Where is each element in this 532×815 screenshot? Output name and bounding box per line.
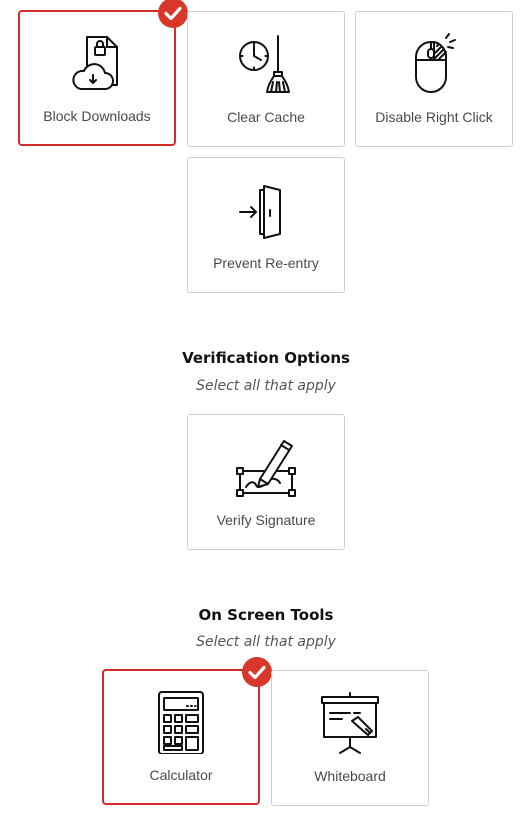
verification-subtitle: Select all that apply	[196, 378, 336, 394]
tools-title: On Screen Tools	[198, 606, 334, 624]
signature-pen-icon	[234, 435, 298, 499]
verification-title: Verification Options	[182, 349, 350, 367]
option-label: Calculator	[149, 767, 213, 783]
option-label: Verify Signature	[216, 512, 316, 528]
whiteboard-icon	[318, 691, 382, 755]
option-label: Block Downloads	[43, 108, 151, 124]
tools-subtitle: Select all that apply	[196, 634, 336, 650]
option-label: Whiteboard	[314, 768, 386, 784]
checkmark-icon	[158, 0, 188, 28]
option-label: Prevent Re-entry	[213, 255, 319, 271]
option-card-whiteboard[interactable]: Whiteboard	[271, 670, 429, 806]
option-card-verify-signature[interactable]: Verify Signature	[187, 414, 345, 550]
cloud-download-lock-icon	[65, 31, 129, 95]
option-label: Disable Right Click	[375, 109, 493, 125]
door-enter-icon	[234, 178, 298, 242]
checkmark-icon	[242, 657, 272, 687]
option-card-block-downloads[interactable]: Block Downloads	[18, 0, 188, 146]
option-card-clear-cache[interactable]: Clear Cache	[187, 11, 345, 147]
calculator-icon	[149, 690, 213, 754]
option-card-prevent-re-entry[interactable]: Prevent Re-entry	[187, 157, 345, 293]
clock-broom-icon	[234, 32, 298, 96]
option-card-calculator[interactable]: Calculator	[102, 657, 272, 805]
mouse-right-click-icon	[402, 32, 466, 96]
option-card-disable-right-click[interactable]: Disable Right Click	[355, 11, 513, 147]
option-label: Clear Cache	[227, 109, 305, 125]
